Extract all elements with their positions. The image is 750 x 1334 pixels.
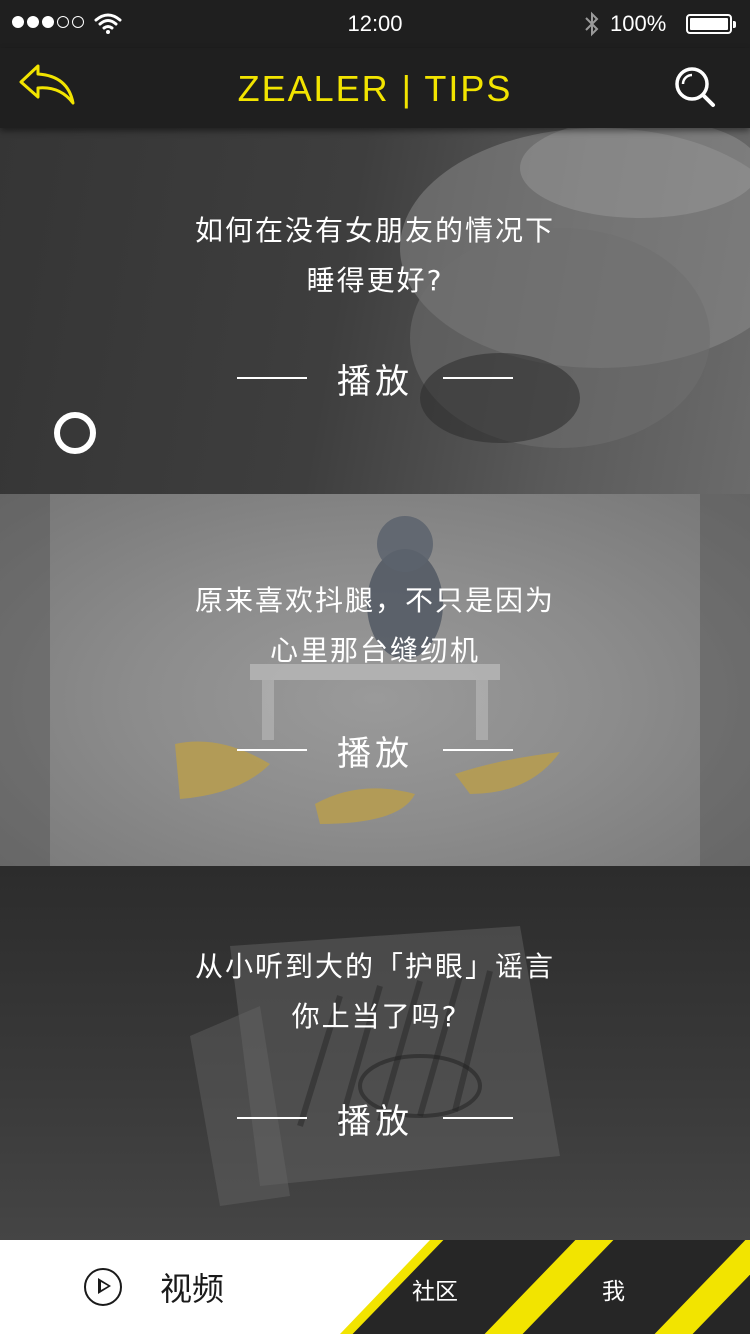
battery-percent: 100% xyxy=(610,11,667,36)
divider xyxy=(443,749,513,751)
video-card-2[interactable]: 原来喜欢抖腿，不只是因为 心里那台缝纫机 播放 xyxy=(0,494,750,866)
tab-video-label: 视频 xyxy=(160,1270,225,1308)
divider xyxy=(443,377,513,379)
card-title-line-2: 睡得更好? xyxy=(306,264,444,297)
card-image-cat-bench xyxy=(175,516,560,824)
divider xyxy=(237,749,307,751)
play-label: 播放 xyxy=(337,361,413,402)
stripe-decoration xyxy=(484,1240,614,1334)
play-button[interactable]: 播放 xyxy=(0,356,750,402)
stripe-decoration xyxy=(654,1240,750,1334)
battery-icon xyxy=(686,14,736,34)
card-title-line-1: 原来喜欢抖腿，不只是因为 xyxy=(194,584,555,617)
status-bar: 12:00 100% xyxy=(0,0,750,48)
play-label: 播放 xyxy=(337,733,413,774)
play-circle-icon xyxy=(84,1268,122,1306)
play-button[interactable]: 播放 xyxy=(0,1096,750,1142)
tab-community[interactable]: 社区 xyxy=(412,1272,458,1306)
video-card-3[interactable]: 从小听到大的「护眼」谣言 你上当了吗? 播放 xyxy=(0,866,750,1240)
play-label: 播放 xyxy=(337,1101,413,1142)
nav-bar: ZEALER | TIPS xyxy=(0,48,750,128)
divider xyxy=(237,377,307,379)
play-button[interactable]: 播放 xyxy=(0,728,750,774)
divider xyxy=(237,1117,307,1119)
card-title: 从小听到大的「护眼」谣言 你上当了吗? xyxy=(0,942,750,1042)
bluetooth-icon xyxy=(585,11,599,37)
page-title: ZEALER | TIPS xyxy=(237,68,513,109)
search-icon[interactable] xyxy=(672,64,718,110)
card-image-dog xyxy=(400,128,750,448)
tab-me[interactable]: 我 xyxy=(602,1272,625,1306)
card-title-line-2: 你上当了吗? xyxy=(291,1000,459,1033)
card-title-line-1: 从小听到大的「护眼」谣言 xyxy=(194,950,555,983)
video-card-1[interactable]: 如何在没有女朋友的情况下 睡得更好? 播放 xyxy=(0,128,750,494)
card-title: 原来喜欢抖腿，不只是因为 心里那台缝纫机 xyxy=(0,576,750,676)
tab-bar: 视频 社区 我 xyxy=(0,1240,750,1334)
card-title-line-1: 如何在没有女朋友的情况下 xyxy=(194,214,555,247)
card-title: 如何在没有女朋友的情况下 睡得更好? xyxy=(0,206,750,306)
loading-ring-icon xyxy=(54,412,96,454)
card-image-pencil-box xyxy=(190,926,560,1206)
divider xyxy=(443,1117,513,1119)
card-title-line-2: 心里那台缝纫机 xyxy=(269,634,480,667)
